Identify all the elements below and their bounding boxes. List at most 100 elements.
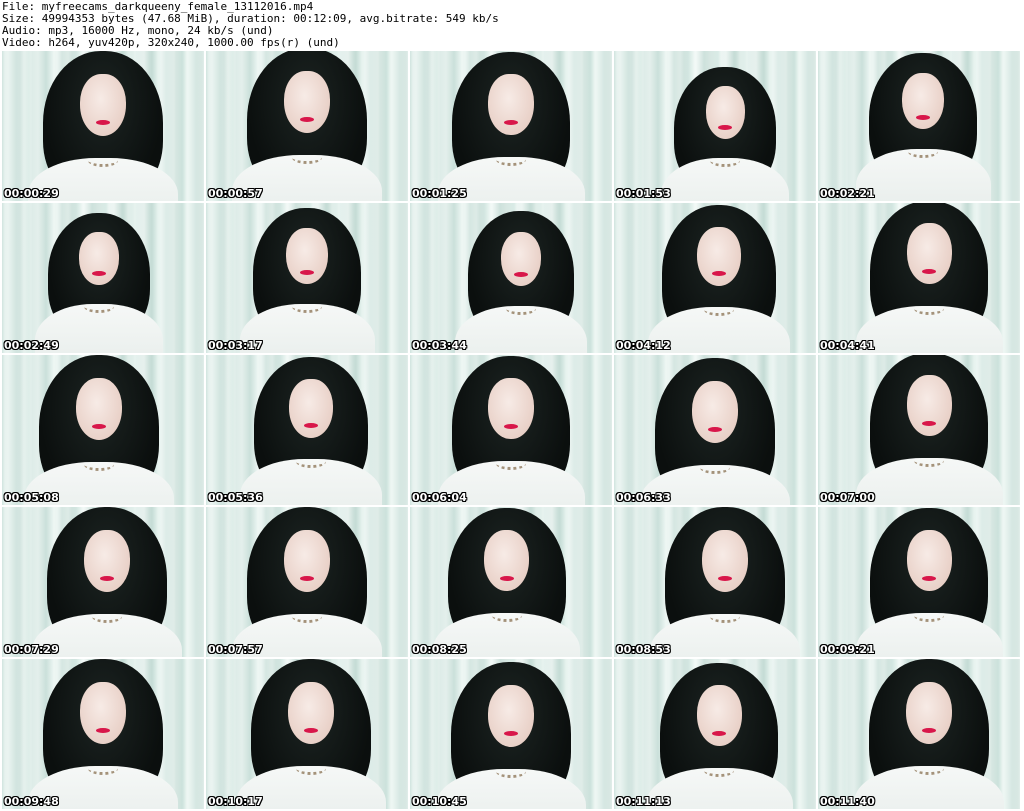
necklace [496, 765, 526, 778]
red-lips [922, 575, 937, 581]
necklace [292, 610, 322, 623]
red-lips [708, 427, 722, 432]
face [702, 530, 749, 592]
necklace [296, 762, 327, 775]
necklace [292, 151, 322, 164]
face [288, 682, 335, 744]
face [80, 682, 126, 744]
red-lips [91, 424, 106, 429]
thumbnail-grid: 00:00:29 00:00:57 00:01:25 00:01:53 00:02:21… [0, 50, 1024, 811]
face [906, 682, 953, 744]
timestamp-label: 00:01:53 [616, 187, 671, 200]
timestamp-label: 00:08:53 [616, 643, 671, 656]
red-lips [922, 420, 937, 426]
timestamp-label: 00:04:41 [820, 339, 875, 352]
red-lips [712, 730, 727, 736]
face [79, 232, 119, 285]
video-frame-thumbnail: 00:03:17 [206, 203, 408, 353]
video-frame-thumbnail: 00:04:41 [818, 203, 1020, 353]
necklace [914, 302, 945, 315]
video-frame-thumbnail: 00:02:49 [2, 203, 204, 353]
timestamp-label: 00:06:04 [412, 491, 467, 504]
timestamp-label: 00:04:12 [616, 339, 671, 352]
video-frame-thumbnail: 00:00:57 [206, 51, 408, 201]
timestamp-label: 00:06:33 [616, 491, 671, 504]
timestamp-label: 00:07:29 [4, 643, 59, 656]
necklace [88, 154, 118, 167]
timestamp-label: 00:05:36 [208, 491, 263, 504]
necklace [914, 609, 945, 622]
necklace [700, 461, 730, 474]
video-frame-thumbnail: 00:10:17 [206, 659, 408, 809]
video-frame-thumbnail: 00:08:25 [410, 507, 612, 657]
red-lips [300, 269, 314, 275]
video-frame-thumbnail: 00:04:12 [614, 203, 816, 353]
video-frame-thumbnail: 00:09:48 [2, 659, 204, 809]
video-frame-thumbnail: 00:08:53 [614, 507, 816, 657]
timestamp-label: 00:00:57 [208, 187, 263, 200]
necklace [914, 762, 945, 775]
face [705, 86, 745, 139]
video-frame-thumbnail: 00:09:21 [818, 507, 1020, 657]
video-frame-thumbnail: 00:07:29 [2, 507, 204, 657]
video-frame-thumbnail: 00:07:00 [818, 355, 1020, 505]
face [906, 223, 952, 285]
video-frame-thumbnail: 00:00:29 [2, 51, 204, 201]
face [84, 530, 131, 592]
face [488, 74, 534, 136]
face [488, 378, 534, 440]
face [696, 685, 742, 747]
video-frame-thumbnail: 00:05:08 [2, 355, 204, 505]
video-frame-thumbnail: 00:01:53 [614, 51, 816, 201]
timestamp-label: 00:07:00 [820, 491, 875, 504]
face [75, 378, 122, 440]
video-frame-thumbnail: 00:11:13 [614, 659, 816, 809]
red-lips [304, 422, 319, 428]
timestamp-label: 00:00:29 [4, 187, 59, 200]
necklace [92, 610, 123, 623]
red-lips [100, 576, 115, 581]
face [906, 530, 952, 592]
face [284, 71, 330, 133]
red-lips [916, 114, 931, 120]
necklace [710, 610, 741, 623]
timestamp-label: 00:02:49 [4, 339, 59, 352]
red-lips [300, 576, 314, 581]
face [692, 381, 738, 443]
face [697, 227, 741, 286]
video-frame-thumbnail: 00:06:04 [410, 355, 612, 505]
video-info-line: Video: h264, yuv420p, 320x240, 1000.00 f… [2, 36, 340, 49]
red-lips [304, 728, 319, 733]
face [488, 685, 534, 747]
timestamp-label: 00:05:08 [4, 491, 59, 504]
timestamp-label: 00:11:40 [820, 795, 875, 808]
timestamp-label: 00:03:17 [208, 339, 263, 352]
red-lips [922, 728, 937, 733]
necklace [491, 609, 522, 622]
video-frame-thumbnail: 00:11:40 [818, 659, 1020, 809]
red-lips [718, 576, 733, 581]
red-lips [300, 117, 314, 122]
red-lips [712, 270, 727, 276]
face [80, 74, 126, 136]
red-lips [504, 731, 518, 736]
video-frame-thumbnail: 00:06:33 [614, 355, 816, 505]
video-frame-thumbnail: 00:03:44 [410, 203, 612, 353]
timestamp-label: 00:07:57 [208, 643, 263, 656]
red-lips [504, 119, 518, 125]
face [289, 379, 333, 438]
face [906, 375, 952, 437]
necklace [88, 762, 118, 775]
necklace [704, 764, 735, 777]
timestamp-label: 00:11:13 [616, 795, 671, 808]
necklace [914, 454, 945, 467]
video-frame-thumbnail: 00:07:57 [206, 507, 408, 657]
video-frame-thumbnail: 00:10:45 [410, 659, 612, 809]
red-lips [504, 423, 518, 429]
timestamp-label: 00:03:44 [412, 339, 467, 352]
timestamp-label: 00:10:17 [208, 795, 263, 808]
timestamp-label: 00:09:21 [820, 643, 875, 656]
video-frame-thumbnail: 00:02:21 [818, 51, 1020, 201]
necklace [506, 302, 537, 316]
timestamp-label: 00:10:45 [412, 795, 467, 808]
